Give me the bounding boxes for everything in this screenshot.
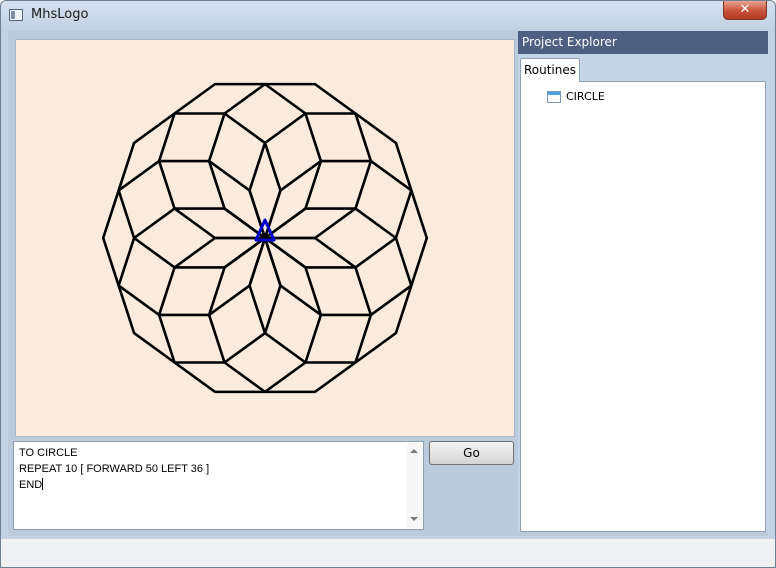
tab-routines[interactable]: Routines: [520, 58, 580, 82]
go-button[interactable]: Go: [429, 441, 514, 465]
status-bar: [1, 538, 775, 567]
close-button[interactable]: ✕: [723, 1, 767, 20]
project-explorer: Project Explorer Routines CIRCLE: [518, 31, 768, 536]
decagon-path: [117, 207, 282, 364]
window-title: MhsLogo: [31, 7, 89, 22]
routine-icon: [547, 91, 561, 103]
code-line-2: REPEAT 10 [ FORWARD 50 LEFT 36 ]: [19, 463, 210, 475]
turtle-drawing: [101, 82, 429, 394]
drawing-canvas[interactable]: [15, 39, 515, 437]
app-icon: [9, 9, 23, 21]
scroll-down-icon[interactable]: [410, 517, 418, 521]
scroll-up-icon[interactable]: [410, 449, 418, 453]
decagon-path: [248, 207, 413, 364]
editor-scrollbar[interactable]: [406, 443, 422, 528]
command-editor[interactable]: TO CIRCLE REPEAT 10 [ FORWARD 50 LEFT 36…: [13, 441, 424, 530]
main-window: MhsLogo ✕ TO CIRCLE REPEAT 10 [ FORWARD …: [0, 0, 776, 568]
drawn-shape: [101, 82, 429, 394]
code-line-3: END: [19, 479, 43, 491]
title-bar[interactable]: MhsLogo ✕: [1, 1, 775, 31]
client-area: TO CIRCLE REPEAT 10 [ FORWARD 50 LEFT 36…: [8, 31, 768, 536]
code-line-1: TO CIRCLE: [19, 447, 78, 459]
command-text[interactable]: TO CIRCLE REPEAT 10 [ FORWARD 50 LEFT 36…: [19, 445, 404, 525]
project-explorer-header: Project Explorer: [518, 31, 768, 54]
routines-panel: CIRCLE: [520, 81, 766, 532]
routine-label: CIRCLE: [566, 90, 605, 103]
decagon-path: [248, 112, 413, 269]
project-explorer-body: Routines CIRCLE: [518, 54, 768, 532]
text-caret: [42, 478, 44, 490]
